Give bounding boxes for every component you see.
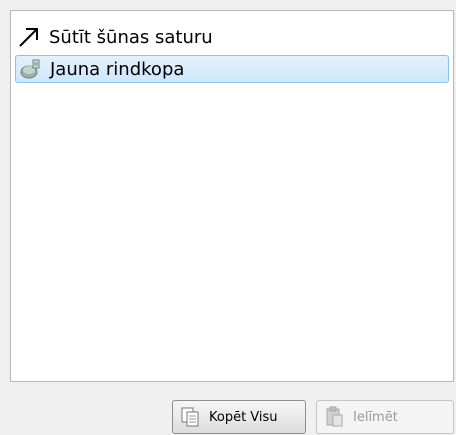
- list-item-send-cell-content[interactable]: Sūtīt šūnas saturu: [15, 23, 449, 51]
- copy-all-button[interactable]: Kopēt Visu: [172, 400, 306, 434]
- copy-all-label: Kopēt Visu: [209, 409, 278, 425]
- arrow-up-right-icon: [15, 23, 43, 51]
- paste-icon: [323, 405, 345, 429]
- paste-button[interactable]: Ielīmēt: [316, 400, 454, 434]
- button-bar: Kopēt Visu Ielīmēt: [0, 398, 456, 434]
- list-item-new-paragraph[interactable]: Jauna rindkopa: [15, 55, 449, 83]
- list-item-label: Sūtīt šūnas saturu: [49, 26, 213, 48]
- list-item-label: Jauna rindkopa: [50, 58, 185, 80]
- paragraph-icon: [16, 55, 44, 83]
- command-panel: Sūtīt šūnas saturu Jauna rindkopa Kopēt …: [0, 0, 456, 435]
- copy-icon: [179, 405, 201, 429]
- paste-label: Ielīmēt: [353, 409, 398, 425]
- command-list[interactable]: Sūtīt šūnas saturu Jauna rindkopa: [10, 10, 454, 382]
